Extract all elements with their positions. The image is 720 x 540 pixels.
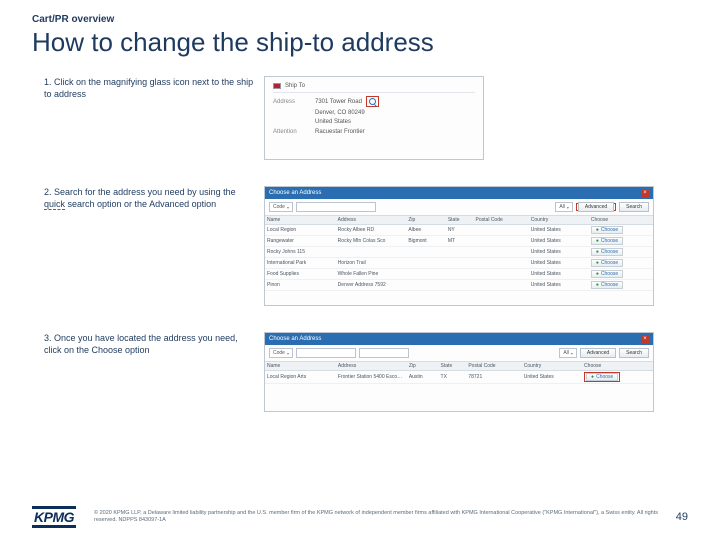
kpmg-logo: KPMG (32, 506, 76, 528)
advanced-button[interactable]: Advanced (580, 348, 616, 358)
step-instruction: Once you have located the address you ne… (44, 333, 238, 355)
choose-button[interactable]: Choose (591, 237, 623, 245)
page-number: 49 (676, 511, 688, 523)
flag-icon (273, 83, 281, 89)
screenshot-shipto: Ship To Address 7301 Tower Road Denver, … (264, 76, 484, 160)
table-row: Food SuppliesWhole Fallen PineUnited Sta… (265, 269, 653, 280)
highlight-box: Choose (584, 372, 620, 382)
table-row: Rocky Johns 115United StatesChoose (265, 247, 653, 258)
close-icon[interactable]: × (641, 189, 649, 197)
column-header: Choose (589, 216, 653, 225)
choose-button[interactable]: Choose (586, 373, 618, 381)
choose-button[interactable]: Choose (591, 270, 623, 278)
column-header: Postal Code (474, 216, 529, 225)
table-row: PinonDenver Address 7592United StatesCho… (265, 280, 653, 291)
address-table: NameAddressZipStatePostal CodeCountryCho… (265, 216, 653, 291)
screenshot-search-table: Choose an Address × Code All Advanced Sea… (264, 186, 654, 306)
column-header: Address (336, 362, 407, 371)
code-dropdown[interactable]: Code (269, 202, 293, 212)
advanced-button[interactable]: Advanced (578, 202, 614, 212)
step-2: 2. Search for the address you need by us… (44, 186, 688, 306)
column-header: Name (265, 216, 336, 225)
all-dropdown[interactable]: All (555, 202, 573, 212)
step-instruction: Click on the magnifying glass icon next … (44, 77, 253, 99)
column-header: Address (336, 216, 407, 225)
address-line3: United States (315, 119, 351, 125)
address-table: NameAddressZipStatePostal CodeCountryCho… (265, 362, 653, 384)
column-header: Zip (407, 362, 439, 371)
column-header: Country (529, 216, 589, 225)
all-dropdown[interactable]: All (559, 348, 577, 358)
section-label: Cart/PR overview (32, 14, 688, 25)
dialog-title: Choose an Address (269, 190, 321, 196)
step-number: 3. (44, 333, 52, 343)
screenshot-choose-row: Choose an Address × Code All Advanced Sea… (264, 332, 654, 412)
table-row: RangewaterRocky Mtn Colas ScoBigmontMTUn… (265, 236, 653, 247)
attention-value: Racuestar Frontier (315, 129, 365, 135)
column-header: State (439, 362, 467, 371)
highlight-box (366, 96, 379, 107)
search-input-2[interactable] (359, 348, 409, 358)
address-label: Address (273, 99, 315, 105)
address-line2: Denver, CO 80249 (315, 110, 365, 116)
code-dropdown[interactable]: Code (269, 348, 293, 358)
choose-button[interactable]: Choose (591, 259, 623, 267)
table-row: Local RegionRocky Albee RDAlbeeNYUnited … (265, 225, 653, 236)
magnifying-glass-icon[interactable] (369, 98, 376, 105)
column-header: Postal Code (466, 362, 521, 371)
search-input[interactable] (296, 348, 356, 358)
step-instruction: Search for the address you need by using… (44, 187, 236, 210)
column-header: Zip (406, 216, 445, 225)
choose-button[interactable]: Choose (591, 226, 623, 234)
choose-button[interactable]: Choose (591, 248, 623, 256)
step-number: 1. (44, 77, 52, 87)
search-input[interactable] (296, 202, 376, 212)
step-3: 3. Once you have located the address you… (44, 332, 688, 412)
dialog-title: Choose an Address (269, 336, 321, 342)
attention-label: Attention (273, 129, 315, 135)
close-icon[interactable]: × (641, 335, 649, 343)
step-1: 1. Click on the magnifying glass icon ne… (44, 76, 688, 160)
choose-button[interactable]: Choose (591, 281, 623, 289)
column-header: Name (265, 362, 336, 371)
column-header: Country (522, 362, 582, 371)
column-header: Choose (582, 362, 653, 371)
search-button[interactable]: Search (619, 202, 649, 212)
table-row: International ParkHorizon TrailUnited St… (265, 258, 653, 269)
copyright-text: © 2020 KPMG LLP, a Delaware limited liab… (94, 510, 662, 524)
address-line1: 7301 Tower Road (315, 99, 362, 105)
shipto-header: Ship To (285, 83, 305, 89)
table-row: Local Region ArtsFrontier Station 5400 E… (265, 371, 653, 384)
search-button[interactable]: Search (619, 348, 649, 358)
page-title: How to change the ship-to address (32, 27, 688, 58)
column-header: State (446, 216, 474, 225)
step-number: 2. (44, 187, 52, 197)
